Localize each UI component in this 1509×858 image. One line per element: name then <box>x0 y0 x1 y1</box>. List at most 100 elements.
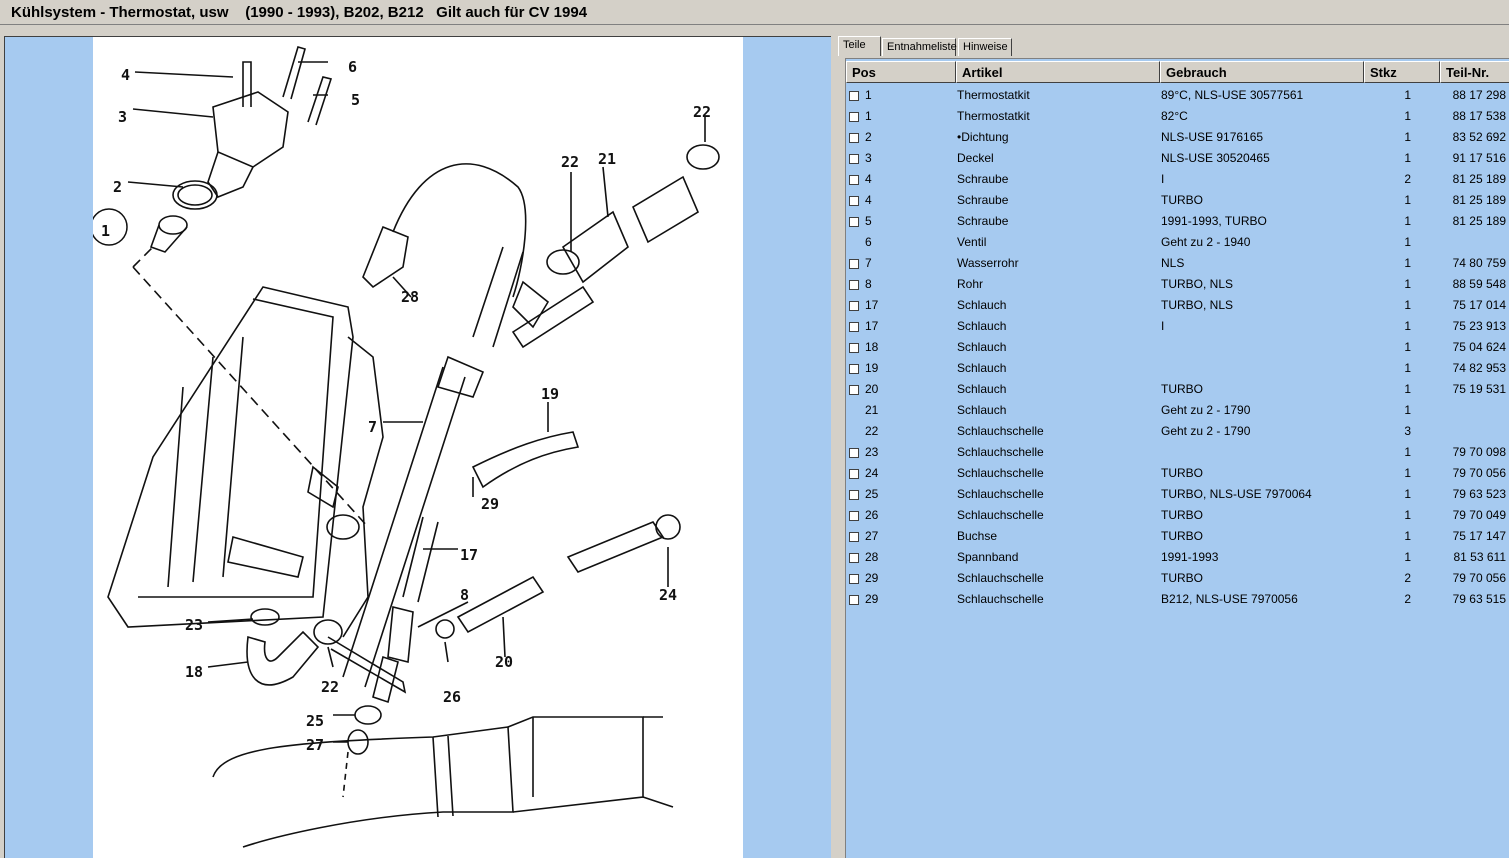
row-checkbox[interactable] <box>849 112 859 122</box>
cell-teilnr: 75 19 531 <box>1452 382 1506 396</box>
table-row[interactable]: 4 Schraube I 2 81 25 189 <box>846 167 1509 188</box>
table-row[interactable]: 26 Schlauchschelle TURBO 1 79 70 049 <box>846 503 1509 524</box>
part-callout[interactable]: 28 <box>401 288 419 306</box>
part-callout[interactable]: 18 <box>185 663 203 681</box>
row-checkbox[interactable] <box>849 133 859 143</box>
table-row[interactable]: 3 Deckel NLS-USE 30520465 1 91 17 516 <box>846 146 1509 167</box>
table-row[interactable]: 1 Thermostatkit 89°C, NLS-USE 30577561 1 88 … <box>846 83 1509 104</box>
row-checkbox[interactable] <box>849 553 859 563</box>
table-row[interactable]: 8 Rohr TURBO, NLS 1 88 59 548 <box>846 272 1509 293</box>
part-callout[interactable]: 7 <box>368 418 377 436</box>
part-callout[interactable]: 26 <box>443 688 461 706</box>
part-callout[interactable]: 20 <box>495 653 513 671</box>
table-row[interactable]: 22 Schlauchschelle Geht zu 2 - 1790 3 <box>846 419 1509 440</box>
cell-artikel: Schlauch <box>957 361 1007 375</box>
table-row[interactable]: 24 Schlauchschelle TURBO 1 79 70 056 <box>846 461 1509 482</box>
part-callout[interactable]: 3 <box>118 108 127 126</box>
cell-artikel: Schlauchschelle <box>957 466 1044 480</box>
parts-pane: Teile Entnahmeliste Hinweise Pos Artikel… <box>836 36 1509 858</box>
cell-stkz: 1 <box>1404 487 1411 501</box>
cell-pos: 28 <box>865 550 879 564</box>
tab-teile[interactable]: Teile <box>838 36 881 56</box>
cell-artikel: •Dichtung <box>957 130 1009 144</box>
cell-gebrauch: NLS-USE 30520465 <box>1161 151 1270 165</box>
column-header-pos[interactable]: Pos <box>846 61 956 83</box>
cell-pos: 19 <box>865 361 879 375</box>
row-checkbox[interactable] <box>849 448 859 458</box>
part-callout[interactable]: 22 <box>693 103 711 121</box>
table-row[interactable]: 17 Schlauch TURBO, NLS 1 75 17 014 <box>846 293 1509 314</box>
table-row[interactable]: 29 Schlauchschelle B212, NLS-USE 7970056 2 7… <box>846 587 1509 608</box>
part-callout[interactable]: 29 <box>481 495 499 513</box>
part-callout[interactable]: 22 <box>561 153 579 171</box>
row-checkbox[interactable] <box>849 154 859 164</box>
part-callout[interactable]: 1 <box>101 222 110 240</box>
table-row[interactable]: 29 Schlauchschelle TURBO 2 79 70 056 <box>846 566 1509 587</box>
table-row[interactable]: 20 Schlauch TURBO 1 75 19 531 <box>846 377 1509 398</box>
row-checkbox[interactable] <box>849 280 859 290</box>
tab-entnahmeliste[interactable]: Entnahmeliste <box>882 38 957 56</box>
part-callout[interactable]: 22 <box>321 678 339 696</box>
table-row[interactable]: 4 Schraube TURBO 1 81 25 189 <box>846 188 1509 209</box>
part-callout[interactable]: 19 <box>541 385 559 403</box>
part-callout[interactable]: 4 <box>121 66 130 84</box>
row-checkbox[interactable] <box>849 259 859 269</box>
cell-artikel: Schraube <box>957 193 1009 207</box>
diagram-pane[interactable]: 4 6 5 3 2 1 22 22 21 28 19 7 29 17 8 24 23 18 22 26 20 25 27 <box>4 36 831 858</box>
column-header-teilnr[interactable]: Teil-Nr. <box>1440 61 1509 83</box>
table-row[interactable]: 19 Schlauch 1 74 82 953 <box>846 356 1509 377</box>
table-row[interactable]: 18 Schlauch 1 75 04 624 <box>846 335 1509 356</box>
part-callout[interactable]: 5 <box>351 91 360 109</box>
table-row[interactable]: 2 •Dichtung NLS-USE 9176165 1 83 52 692 <box>846 125 1509 146</box>
table-row[interactable]: 17 Schlauch I 1 75 23 913 <box>846 314 1509 335</box>
column-header-stkz[interactable]: Stkz <box>1364 61 1440 83</box>
row-checkbox[interactable] <box>849 595 859 605</box>
part-callout[interactable]: 21 <box>598 150 616 168</box>
table-row[interactable]: 21 Schlauch Geht zu 2 - 1790 1 <box>846 398 1509 419</box>
part-callout[interactable]: 2 <box>113 178 122 196</box>
part-callout[interactable]: 17 <box>460 546 478 564</box>
row-checkbox[interactable] <box>849 532 859 542</box>
row-checkbox[interactable] <box>849 469 859 479</box>
cell-teilnr: 79 70 056 <box>1452 571 1506 585</box>
part-callout[interactable]: 8 <box>460 586 469 604</box>
exploded-diagram[interactable]: 4 6 5 3 2 1 22 22 21 28 19 7 29 17 8 24 23 18 22 26 20 25 27 <box>93 37 743 858</box>
part-callout[interactable]: 23 <box>185 616 203 634</box>
cell-gebrauch: 82°C <box>1161 109 1188 123</box>
table-row[interactable]: 23 Schlauchschelle 1 79 70 098 <box>846 440 1509 461</box>
cell-teilnr: 88 17 538 <box>1452 109 1506 123</box>
row-checkbox[interactable] <box>849 511 859 521</box>
cell-gebrauch: 1991-1993, TURBO <box>1161 214 1267 228</box>
row-checkbox[interactable] <box>849 364 859 374</box>
cell-stkz: 1 <box>1404 109 1411 123</box>
cell-teilnr: 81 25 189 <box>1452 172 1506 186</box>
row-checkbox[interactable] <box>849 196 859 206</box>
row-checkbox[interactable] <box>849 175 859 185</box>
row-checkbox[interactable] <box>849 91 859 101</box>
column-header-artikel[interactable]: Artikel <box>956 61 1160 83</box>
table-row[interactable]: 28 Spannband 1991-1993 1 81 53 611 <box>846 545 1509 566</box>
part-callout[interactable]: 6 <box>348 58 357 76</box>
column-header-gebrauch[interactable]: Gebrauch <box>1160 61 1364 83</box>
table-row[interactable]: 5 Schraube 1991-1993, TURBO 1 81 25 189 <box>846 209 1509 230</box>
table-row[interactable]: 7 Wasserrohr NLS 1 74 80 759 <box>846 251 1509 272</box>
cell-pos: 1 <box>865 88 872 102</box>
row-checkbox[interactable] <box>849 301 859 311</box>
cell-artikel: Schlauch <box>957 319 1007 333</box>
part-callout[interactable]: 27 <box>306 736 324 754</box>
cell-artikel: Schraube <box>957 172 1009 186</box>
table-row[interactable]: 25 Schlauchschelle TURBO, NLS-USE 7970064 1… <box>846 482 1509 503</box>
row-checkbox[interactable] <box>849 385 859 395</box>
row-checkbox[interactable] <box>849 343 859 353</box>
part-callout[interactable]: 24 <box>659 586 677 604</box>
tab-hinweise[interactable]: Hinweise <box>958 38 1012 56</box>
row-checkbox[interactable] <box>849 322 859 332</box>
table-row[interactable]: 6 Ventil Geht zu 2 - 1940 1 <box>846 230 1509 251</box>
row-checkbox[interactable] <box>849 217 859 227</box>
table-row[interactable]: 27 Buchse TURBO 1 75 17 147 <box>846 524 1509 545</box>
row-checkbox[interactable] <box>849 574 859 584</box>
table-row[interactable]: 1 Thermostatkit 82°C 1 88 17 538 <box>846 104 1509 125</box>
cell-artikel: Thermostatkit <box>957 88 1030 102</box>
row-checkbox[interactable] <box>849 490 859 500</box>
part-callout[interactable]: 25 <box>306 712 324 730</box>
